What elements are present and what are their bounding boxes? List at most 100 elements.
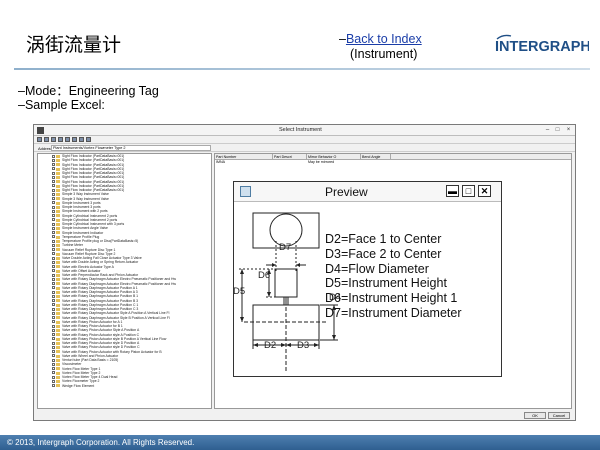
toolbar-search-icon[interactable]: [79, 137, 84, 142]
expand-icon[interactable]: [52, 341, 55, 345]
dim-label-d6: D6: [258, 270, 270, 281]
expand-icon[interactable]: [52, 307, 55, 311]
instrument-note: (Instrument): [350, 47, 418, 61]
expand-icon[interactable]: [52, 197, 55, 200]
expand-icon[interactable]: [52, 167, 55, 171]
legend-line: D2=Face 1 to Center: [325, 232, 442, 246]
expand-icon[interactable]: [52, 239, 55, 243]
expand-icon[interactable]: [52, 371, 55, 375]
expand-icon[interactable]: [52, 218, 55, 222]
logo-text: INTERGRAPH: [495, 39, 589, 55]
expand-icon[interactable]: [52, 384, 55, 387]
expand-icon[interactable]: [52, 201, 55, 205]
expand-icon[interactable]: [52, 205, 55, 209]
preview-titlebar: Preview ▬ □ ✕: [234, 182, 501, 202]
expand-icon[interactable]: [52, 294, 55, 298]
expand-icon[interactable]: [52, 222, 55, 226]
expand-icon[interactable]: [52, 188, 55, 192]
address-field[interactable]: Plant Instruments/Vortex Flowmeter Type …: [51, 145, 211, 151]
toolbar-back-icon[interactable]: [37, 137, 42, 142]
logo-arc-icon: INTERGRAPH: [495, 34, 591, 55]
expand-icon[interactable]: [52, 214, 55, 217]
toolbar-up-icon[interactable]: [44, 137, 49, 142]
expand-icon[interactable]: [52, 192, 55, 196]
folder-icon: [56, 384, 60, 388]
preview-close-button[interactable]: ✕: [478, 185, 491, 197]
expand-icon[interactable]: [52, 358, 55, 362]
tree-item-label: Wedge Flow Element: [62, 383, 95, 388]
grid-column-header[interactable]: Part Number: [215, 154, 273, 159]
window-titlebar: Select Instrument – □ ×: [34, 125, 575, 136]
preview-maximize-button[interactable]: □: [462, 185, 475, 197]
back-to-index-link[interactable]: Back to Index: [346, 32, 422, 46]
expand-icon[interactable]: [52, 158, 55, 162]
ok-button[interactable]: OK: [524, 412, 546, 419]
expand-icon[interactable]: [52, 375, 55, 379]
expand-icon[interactable]: [52, 209, 55, 213]
expand-icon[interactable]: [52, 243, 55, 247]
expand-icon[interactable]: [52, 269, 55, 273]
expand-icon[interactable]: [52, 290, 55, 294]
window-maximize-icon[interactable]: □: [553, 126, 562, 134]
window-minimize-icon[interactable]: –: [543, 126, 552, 134]
expand-icon[interactable]: [52, 350, 55, 353]
expand-icon[interactable]: [52, 154, 55, 158]
footer-bar: © 2013, Intergraph Corporation. All Righ…: [0, 435, 600, 450]
expand-icon[interactable]: [52, 282, 55, 285]
copyright-text: © 2013, Intergraph Corporation. All Righ…: [7, 437, 195, 447]
expand-icon[interactable]: [52, 345, 55, 349]
expand-icon[interactable]: [52, 286, 55, 290]
expand-icon[interactable]: [52, 273, 55, 277]
preview-minimize-button[interactable]: ▬: [446, 185, 459, 197]
toolbar-details-icon[interactable]: [58, 137, 63, 142]
expand-icon[interactable]: [52, 379, 55, 383]
expand-icon[interactable]: [52, 248, 55, 251]
toolbar-filter-icon[interactable]: [72, 137, 77, 142]
expand-icon[interactable]: [52, 252, 55, 256]
expand-icon[interactable]: [52, 337, 55, 341]
dim-label-d3: D3: [297, 340, 309, 351]
cancel-button[interactable]: Cancel: [548, 412, 570, 419]
address-bar: Address: Plant Instruments/Vortex Flowme…: [34, 144, 575, 152]
grid-column-header[interactable]: Bend Angle: [361, 154, 391, 159]
instrument-tree[interactable]: Sight Flow Indicator (PartDataBasis=001)…: [37, 153, 212, 409]
expand-icon[interactable]: [52, 265, 55, 268]
tree-item[interactable]: Wedge Flow Element: [38, 384, 211, 388]
dim-label-d2: D2: [264, 340, 276, 351]
toolbar-list-icon[interactable]: [51, 137, 56, 142]
expand-icon[interactable]: [52, 163, 55, 166]
expand-icon[interactable]: [52, 171, 55, 175]
expand-icon[interactable]: [52, 303, 55, 307]
grid-column-header[interactable]: Part Descri: [273, 154, 307, 159]
expand-icon[interactable]: [52, 316, 55, 319]
expand-icon[interactable]: [52, 362, 55, 366]
window-close-icon[interactable]: ×: [564, 126, 573, 134]
toolbar-help-icon[interactable]: [86, 137, 91, 142]
expand-icon[interactable]: [52, 260, 55, 264]
bullet-mode: –Mode：Engineering Tag: [18, 84, 159, 98]
expand-icon[interactable]: [52, 328, 55, 332]
expand-icon[interactable]: [52, 226, 55, 230]
legend-line: D6=Instrument Height 1: [325, 291, 458, 306]
expand-icon[interactable]: [52, 175, 55, 179]
title-divider: [14, 68, 590, 70]
expand-icon[interactable]: [52, 235, 55, 239]
expand-icon[interactable]: [52, 311, 55, 315]
expand-icon[interactable]: [52, 180, 55, 183]
expand-icon[interactable]: [52, 256, 55, 260]
expand-icon[interactable]: [52, 324, 55, 328]
toolbar-properties-icon[interactable]: [65, 137, 70, 142]
expand-icon[interactable]: [52, 277, 55, 281]
expand-icon[interactable]: [52, 231, 55, 234]
expand-icon[interactable]: [52, 333, 55, 336]
expand-icon[interactable]: [52, 367, 55, 370]
grid-row[interactable]: IMNA May be mirrored: [215, 160, 571, 165]
preview-title: Preview: [325, 185, 368, 199]
back-to-index[interactable]: –Back to Index: [339, 32, 422, 46]
expand-icon[interactable]: [52, 299, 55, 302]
grid-column-header[interactable]: Mirror Behavior O: [307, 154, 361, 159]
preview-app-icon: [240, 186, 251, 197]
expand-icon[interactable]: [52, 354, 55, 358]
expand-icon[interactable]: [52, 320, 55, 324]
expand-icon[interactable]: [52, 184, 55, 188]
